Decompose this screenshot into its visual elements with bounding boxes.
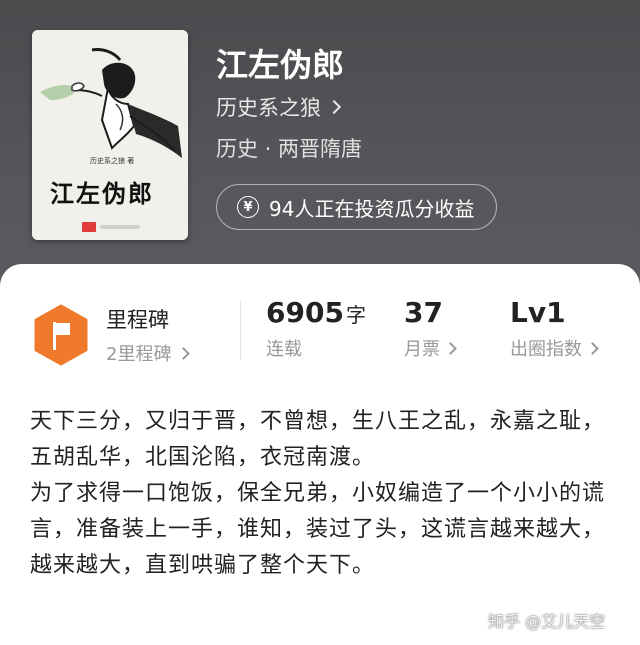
author-link[interactable]: 历史系之狼 (216, 92, 342, 122)
book-title: 江左伪郎 (216, 46, 345, 84)
word-count-label: 连载 (266, 339, 302, 360)
monthly-ticket-label: 月票 (404, 339, 440, 360)
description-paragraph: 天下三分，又归于晋，不曾想，生八王之乱，永嘉之耻，五胡乱华，北国沦陷，衣冠南渡。 (30, 409, 606, 470)
author-name: 历史系之狼 (216, 96, 321, 120)
word-count-unit: 字 (345, 303, 366, 327)
chevron-right-icon (444, 341, 457, 355)
invest-label: 94人正在投资瓜分收益 (269, 196, 475, 221)
chevron-right-icon (326, 99, 342, 115)
stats-divider (240, 300, 241, 360)
book-genre: 历史 · 两晋隋唐 (216, 137, 363, 161)
book-info-card: 里程碑 2里程碑 6905 字 连载 37 月票 Lv1 出圈指数 天下三分，又… (0, 264, 640, 645)
popularity-index-label: 出圈指数 (510, 339, 582, 360)
word-count-value: 6905 (266, 296, 344, 329)
chevron-right-icon (586, 341, 599, 355)
yen-icon: ¥ (237, 196, 259, 218)
book-header: 历史系之狼 著 江左伪郎 江左伪郎 历史系之狼 历史 · 两晋隋唐 ¥ 94人正… (0, 0, 640, 300)
chevron-right-icon (177, 346, 191, 360)
description-paragraph: 为了求得一口饱饭，保全兄弟，小奴编造了一个小小的谎言，准备装上一手，谁知，装过了… (30, 481, 606, 578)
cover-title-text: 江左伪郎 (50, 179, 154, 208)
zhihu-watermark: 知乎 @艾儿天空 (488, 612, 606, 631)
flag-icon (34, 304, 88, 366)
invest-button[interactable]: ¥ 94人正在投资瓜分收益 (216, 184, 498, 230)
monthly-ticket-stat[interactable]: 37 月票 (404, 296, 457, 361)
milestone-link[interactable]: 2里程碑 (106, 340, 191, 366)
popularity-index-stat[interactable]: Lv1 出圈指数 (510, 296, 599, 361)
book-cover[interactable]: 历史系之狼 著 江左伪郎 (32, 30, 188, 240)
cover-publisher-logo (82, 221, 152, 233)
book-description: 天下三分，又归于晋，不曾想，生八王之乱，永嘉之耻，五胡乱华，北国沦陷，衣冠南渡。… (30, 404, 610, 584)
milestone-count: 2里程碑 (106, 344, 172, 365)
cover-author-text: 历史系之狼 著 (90, 157, 135, 165)
popularity-index-value: Lv1 (510, 296, 566, 329)
monthly-ticket-value: 37 (404, 296, 443, 329)
word-count-stat: 6905 字 连载 (266, 296, 366, 361)
milestone-title: 里程碑 (106, 308, 169, 332)
